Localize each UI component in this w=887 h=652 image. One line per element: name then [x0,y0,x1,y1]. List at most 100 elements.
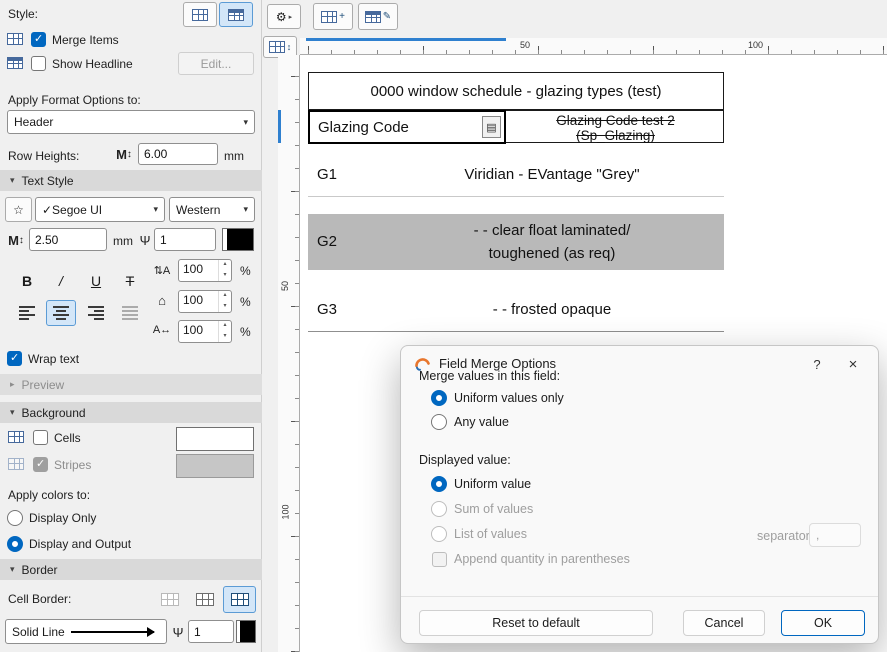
style-grid-button[interactable] [183,2,217,27]
favorites-button[interactable]: ☆ [5,197,32,222]
v-ruler-100: 100 [280,504,291,520]
border-all-button[interactable] [223,586,256,613]
font-size-unit: mm [113,234,133,248]
spinner-arrows[interactable]: ▴ ▾ [218,260,231,281]
ruler-row-selection [278,110,281,143]
percent-label: % [240,295,251,309]
stripes-checkbox [33,457,48,472]
field-merge-options-dialog: Field Merge Options ? × Merge values in … [400,345,879,644]
help-button[interactable]: ? [804,352,830,376]
table-grid-icon [192,8,208,21]
merge-items-icon [5,31,25,47]
spin-down-icon[interactable]: ▾ [219,302,231,313]
spin-up-icon[interactable]: ▴ [219,321,231,332]
text-style-section[interactable]: ▾ Text Style [0,170,262,191]
row-desc-line1: - - clear float laminated/ [473,222,631,239]
chevron-down-icon: ▾ [243,204,248,214]
border-none-button[interactable] [153,586,186,613]
row-desc[interactable]: Viridian - EVantage "Grey" [380,166,724,183]
display-and-output-radio[interactable] [7,536,23,552]
line-spacing-icon: ⇅A [153,264,171,277]
sum-of-values-radio [431,501,447,517]
header-cell-selected[interactable]: Glazing Code ▤ [308,110,506,144]
table-icon [268,41,285,53]
add-field-button[interactable]: + [313,3,353,30]
row-desc[interactable]: - - frosted opaque [380,301,724,318]
line-spacing-spinner[interactable]: 100 ▴ ▾ [178,259,232,282]
list-of-values-label: List of values [454,527,527,541]
border-section[interactable]: ▾ Border [0,559,262,580]
border-pen-color-swatch[interactable] [236,620,256,643]
headline-table-icon [7,57,23,69]
reset-to-default-button[interactable]: Reset to default [419,610,653,636]
spin-up-icon[interactable]: ▴ [219,260,231,271]
ok-button[interactable]: OK [781,610,865,636]
border-pen-input[interactable] [188,620,234,643]
percent-label: % [240,325,251,339]
script-select[interactable]: Western ▾ [169,197,255,222]
show-headline-checkbox[interactable] [31,56,46,71]
close-icon[interactable]: × [840,352,866,376]
schedule-header-row[interactable]: Glazing Code test 2 (Sp_Glazing) Glazing… [308,110,725,144]
underline-button[interactable]: U [81,266,111,296]
cells-checkbox[interactable] [33,430,48,445]
any-value-radio[interactable] [431,414,447,430]
percent-label: % [240,264,251,278]
edit-headline-button: Edit... [178,52,254,75]
text-pen-color-swatch[interactable] [222,228,254,251]
display-only-radio[interactable] [7,510,23,526]
wrap-text-checkbox[interactable] [7,351,22,366]
font-select[interactable]: ✓Segoe UI ▾ [35,197,165,222]
align-center-button[interactable] [46,300,76,326]
background-section[interactable]: ▾ Background [0,402,262,423]
row-code[interactable]: G3 [317,301,337,318]
cells-color-swatch[interactable] [176,427,254,451]
format-target-select[interactable]: Header ▾ [7,110,255,134]
row-height-input[interactable] [138,143,218,165]
append-quantity-checkbox [432,552,447,567]
text-pen-input[interactable] [154,228,216,251]
line-type-select[interactable]: Solid Line [5,619,167,644]
spin-up-icon[interactable]: ▴ [219,291,231,302]
width-factor-spinner[interactable]: 100 ▴ ▾ [178,290,232,313]
spinner-arrows[interactable]: ▴ ▾ [218,321,231,342]
spin-down-icon[interactable]: ▾ [219,332,231,343]
header-alt-cell[interactable]: Glazing Code test 2 (Sp_Glazing) [506,111,725,144]
align-left-button[interactable] [12,300,42,326]
apply-colors-label: Apply colors to: [8,488,91,502]
spin-down-icon[interactable]: ▾ [219,271,231,282]
displayed-group-label: Displayed value: [419,453,511,467]
row-heights-label: Row Heights: [8,149,80,163]
scheme-settings-flyout-button[interactable]: ⚙ ▸ [267,4,301,29]
edit-scheme-button[interactable]: ✎ [358,3,398,30]
section-collapse-icon: ▾ [10,564,15,574]
align-right-button[interactable] [81,300,111,326]
strikethrough-button[interactable]: T [115,266,145,296]
field-merge-indicator-button[interactable]: ▤ [482,116,501,138]
row-highlighted[interactable]: G2 - - clear float laminated/ toughened … [308,214,724,270]
uniform-values-only-label: Uniform values only [454,391,564,405]
style-grid-header-button[interactable] [219,2,253,27]
border-outline-button[interactable] [188,586,221,613]
uniform-values-only-radio[interactable] [431,390,447,406]
font-size-input[interactable] [29,228,107,251]
merge-items-checkbox[interactable] [31,32,46,47]
row-desc[interactable]: - - clear float laminated/ toughened (as… [380,219,724,265]
font-size-icon: M ↕ [4,230,28,250]
spinner-arrows[interactable]: ▴ ▾ [218,291,231,312]
table-grid-header-icon [228,8,244,21]
spacing-factor-spinner[interactable]: 100 ▴ ▾ [178,320,232,343]
uniform-value-radio[interactable] [431,476,447,492]
bold-button[interactable]: B [12,266,42,296]
row-code[interactable]: G1 [317,166,337,183]
cancel-button[interactable]: Cancel [683,610,765,636]
row-code[interactable]: G2 [317,233,337,250]
italic-button[interactable]: / [46,266,76,296]
text-style-section-label: Text Style [21,173,74,188]
format-options-sidebar: Style: Merge Items Show Headline Edit...… [0,0,262,652]
cells-table-icon [8,431,24,443]
cells-grid-icon [5,428,27,446]
width-factor-icon: ⌂ [158,292,166,308]
sum-of-values-label: Sum of values [454,502,534,516]
schedule-title-cell[interactable]: 0000 window schedule - glazing types (te… [308,72,724,110]
